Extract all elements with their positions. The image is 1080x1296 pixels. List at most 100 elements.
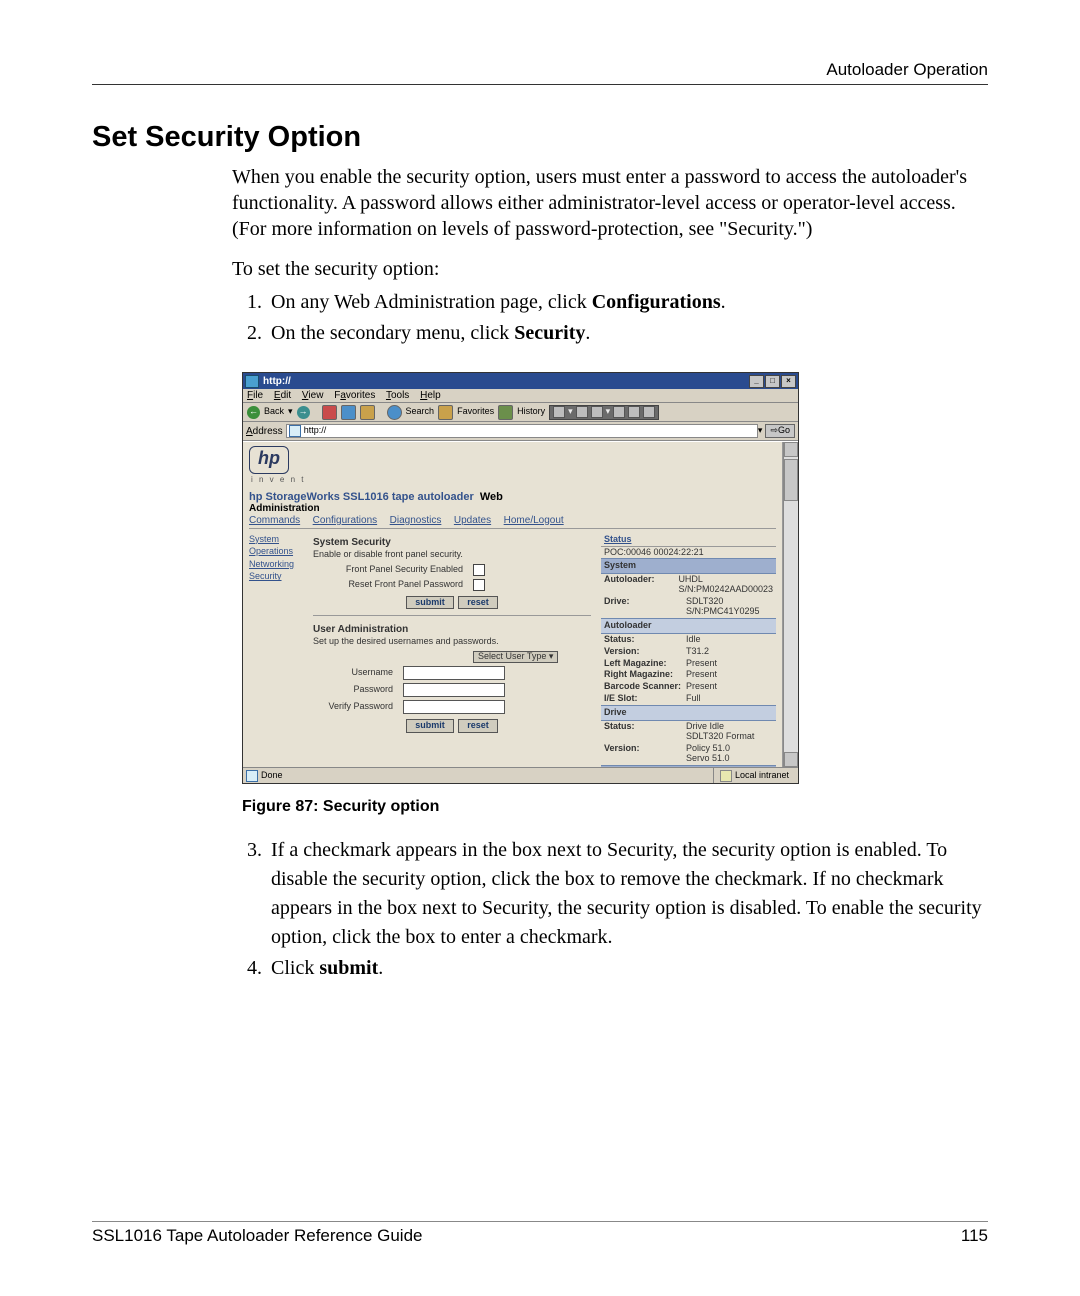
running-header: Autoloader Operation	[92, 60, 988, 80]
reset-password-checkbox[interactable]	[473, 579, 485, 591]
footer-rule	[92, 1221, 988, 1222]
user-admin-heading: User Administration	[313, 622, 591, 637]
side-security[interactable]: Security	[249, 570, 307, 583]
refresh-icon[interactable]	[341, 405, 356, 420]
figure-caption: Figure 87: Security option	[242, 798, 988, 816]
page-icon	[246, 770, 258, 782]
poc-row: POC:00046 00024:22:21	[601, 547, 776, 559]
tool-icon[interactable]	[553, 406, 565, 418]
close-button[interactable]: ×	[781, 375, 796, 388]
reset-button[interactable]: reset	[458, 596, 498, 610]
menu-file[interactable]: File	[247, 390, 263, 401]
username-input[interactable]	[403, 666, 505, 680]
vertical-scrollbar[interactable]	[783, 442, 798, 767]
step-1: On any Web Administration page, click Co…	[267, 288, 988, 317]
menu-favorites[interactable]: Favorites	[334, 390, 375, 401]
system-section-header: System	[601, 558, 776, 574]
step-4: Click submit.	[267, 954, 988, 983]
system-security-subhead: Enable or disable front panel security.	[313, 550, 591, 560]
footer-doc-title: SSL1016 Tape Autoloader Reference Guide	[92, 1226, 423, 1246]
tool-icon[interactable]	[628, 406, 640, 418]
page-title: Set Security Option	[92, 121, 988, 154]
hp-logo: hp	[249, 446, 289, 474]
history-label[interactable]: History	[517, 407, 545, 417]
menu-view[interactable]: View	[302, 390, 324, 401]
menu-help[interactable]: Help	[420, 390, 441, 401]
submit-button[interactable]: submit	[406, 596, 454, 610]
front-panel-security-checkbox[interactable]	[473, 564, 485, 576]
status-done: Done	[261, 771, 283, 781]
tool-icon[interactable]	[576, 406, 588, 418]
password-label: Password	[313, 685, 403, 695]
favorites-label[interactable]: Favorites	[457, 407, 494, 417]
select-user-type[interactable]: Select User Type ▾	[473, 651, 558, 663]
submit-button-2[interactable]: submit	[406, 719, 454, 733]
embedded-screenshot: http:// _□× File Edit View Favorites Too…	[242, 372, 799, 784]
nav-home-logout[interactable]: Home/Logout	[504, 515, 564, 526]
reset-password-label: Reset Front Panel Password	[313, 580, 473, 590]
hp-invent-tagline: i n v e n t	[251, 476, 776, 485]
lead-paragraph: To set the security option:	[92, 256, 988, 282]
reset-button-2[interactable]: reset	[458, 719, 498, 733]
verify-password-input[interactable]	[403, 700, 505, 714]
side-system-operations[interactable]: System Operations	[249, 533, 307, 558]
footer-page-number: 115	[961, 1226, 988, 1246]
top-steps-list: On any Web Administration page, click Co…	[92, 288, 988, 348]
extra-toolbar-block[interactable]: ▾ ▾	[549, 405, 659, 420]
menu-tools[interactable]: Tools	[386, 390, 409, 401]
forward-icon[interactable]: →	[297, 406, 310, 419]
search-label[interactable]: Search	[406, 407, 435, 417]
go-button[interactable]: ⇨Go	[765, 424, 795, 438]
dropdown-icon[interactable]: ▾	[288, 407, 293, 417]
status-title: Status	[601, 533, 776, 547]
browser-toolbar[interactable]: ← Back ▾ → Search Favorites History ▾ ▾	[243, 403, 798, 422]
menu-edit[interactable]: Edit	[274, 390, 291, 401]
intro-paragraph: When you enable the security option, use…	[92, 164, 988, 242]
tool-icon[interactable]	[613, 406, 625, 418]
header-rule	[92, 84, 988, 85]
password-input[interactable]	[403, 683, 505, 697]
stop-icon[interactable]	[322, 405, 337, 420]
admin-lock-header: Administration Lock	[601, 765, 776, 767]
status-pane: Status POC:00046 00024:22:21 System Auto…	[601, 533, 776, 767]
browser-status-bar: Done Local intranet	[243, 767, 798, 783]
tool-icon[interactable]	[643, 406, 655, 418]
window-title: http://	[263, 376, 748, 387]
address-dropdown-icon[interactable]: ▾	[758, 426, 763, 436]
bottom-steps-list: If a checkmark appears in the box next t…	[92, 836, 988, 983]
address-value: http://	[304, 426, 327, 436]
scroll-up-icon[interactable]	[784, 442, 798, 457]
favorites-icon[interactable]	[438, 405, 453, 420]
address-field[interactable]: http://	[286, 424, 758, 438]
address-bar[interactable]: Address http:// ▾ ⇨Go	[243, 422, 798, 441]
nav-updates[interactable]: Updates	[454, 515, 491, 526]
drive-section-header: Drive	[601, 705, 776, 721]
window-buttons[interactable]: _□×	[748, 375, 796, 388]
maximize-button[interactable]: □	[765, 375, 780, 388]
ie-icon	[245, 375, 259, 388]
menu-bar[interactable]: File Edit View Favorites Tools Help	[243, 389, 798, 403]
nav-commands[interactable]: Commands	[249, 515, 300, 526]
page-icon	[289, 425, 301, 437]
autoloader-section-header: Autoloader	[601, 618, 776, 634]
home-icon[interactable]	[360, 405, 375, 420]
user-admin-subhead: Set up the desired usernames and passwor…	[313, 637, 591, 647]
address-label: Address	[246, 426, 283, 437]
page-footer: SSL1016 Tape Autoloader Reference Guide …	[92, 1221, 988, 1246]
tool-icon[interactable]	[591, 406, 603, 418]
nav-configurations[interactable]: Configurations	[313, 515, 377, 526]
back-icon[interactable]: ←	[247, 406, 260, 419]
front-panel-security-label: Front Panel Security Enabled	[313, 565, 473, 575]
back-label[interactable]: Back	[264, 407, 284, 417]
history-icon[interactable]	[498, 405, 513, 420]
side-networking[interactable]: Networking	[249, 558, 307, 571]
search-icon[interactable]	[387, 405, 402, 420]
system-security-heading: System Security	[313, 535, 591, 550]
app-title: hp StorageWorks SSL1016 tape autoloader …	[249, 491, 776, 503]
minimize-button[interactable]: _	[749, 375, 764, 388]
security-zone: Local intranet	[713, 768, 795, 783]
scroll-down-icon[interactable]	[784, 752, 798, 767]
scroll-thumb[interactable]	[784, 459, 798, 501]
step-3: If a checkmark appears in the box next t…	[267, 836, 988, 952]
nav-diagnostics[interactable]: Diagnostics	[390, 515, 442, 526]
